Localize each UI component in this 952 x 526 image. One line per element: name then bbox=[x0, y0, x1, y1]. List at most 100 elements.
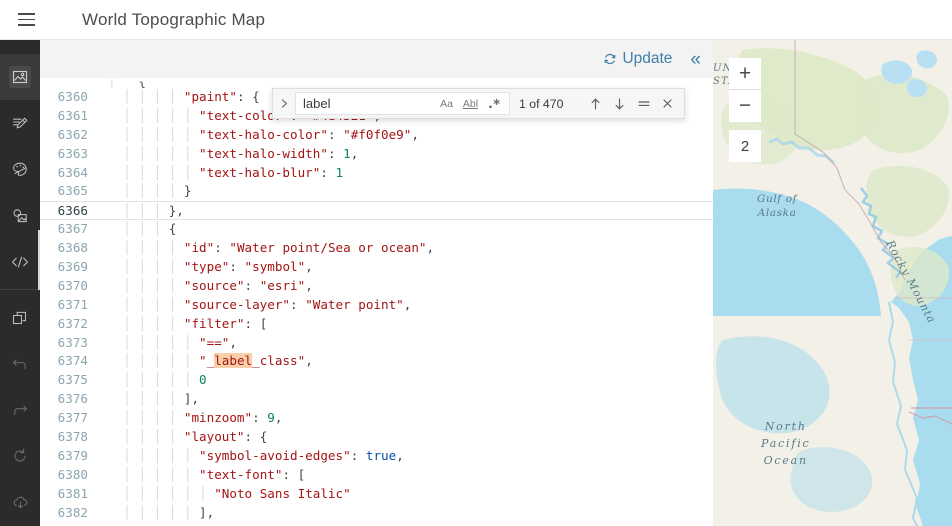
code-token: "#f0f0e9" bbox=[343, 126, 412, 142]
arrow-down-icon bbox=[615, 97, 624, 109]
code-token: "_ bbox=[199, 353, 215, 369]
indent-guide: │ bbox=[108, 353, 139, 369]
code-token: , bbox=[305, 277, 313, 293]
indent-guide: │ bbox=[153, 504, 169, 520]
code-token: "filter" bbox=[183, 315, 245, 331]
sidebar-item-redo[interactable] bbox=[0, 387, 40, 433]
code-line: 6367 │ │ │ { bbox=[40, 220, 713, 239]
code-line-text: │ │ │ { bbox=[102, 220, 713, 239]
close-find-button[interactable] bbox=[658, 94, 677, 113]
find-in-selection-button[interactable] bbox=[634, 94, 653, 113]
code-token: : bbox=[252, 410, 268, 426]
find-input-wrapper: Aa Abl bbox=[295, 92, 510, 115]
code-line-text: │ │ │ │ "type": "symbol", bbox=[102, 258, 713, 277]
find-next-button[interactable] bbox=[610, 94, 629, 113]
update-label: Update bbox=[622, 50, 673, 67]
sidebar-item-sprites[interactable] bbox=[0, 193, 40, 239]
code-token: "Water point" bbox=[305, 296, 404, 312]
code-line: 6370 │ │ │ │ "source": "esri", bbox=[40, 277, 713, 296]
indent-guide: │ bbox=[108, 315, 139, 331]
code-line: 6368 │ │ │ │ "id": "Water point/Sea or o… bbox=[40, 239, 713, 258]
line-number: 6379 bbox=[57, 447, 88, 463]
code-token: }, bbox=[168, 203, 184, 219]
indent-guide: │ bbox=[168, 126, 184, 142]
sidebar-item-save[interactable] bbox=[0, 480, 40, 526]
app-header: World Topographic Map bbox=[0, 0, 952, 40]
code-token: "type" bbox=[183, 259, 230, 275]
regex-icon bbox=[489, 98, 500, 108]
hamburger-menu-icon[interactable] bbox=[6, 0, 46, 40]
find-previous-button[interactable] bbox=[586, 94, 605, 113]
sidebar-item-basemap[interactable] bbox=[0, 54, 40, 101]
code-token: : bbox=[350, 447, 366, 463]
code-token: : bbox=[290, 296, 306, 312]
indent-guide: │ bbox=[138, 145, 154, 161]
map-zoom-controls: + − bbox=[729, 58, 761, 122]
line-number: 6367 bbox=[57, 221, 88, 237]
line-number: 6362 bbox=[57, 126, 88, 142]
code-line: 6369 │ │ │ │ "type": "symbol", bbox=[40, 258, 713, 277]
indent-guide: │ bbox=[108, 466, 139, 482]
whole-word-toggle[interactable]: Abl bbox=[461, 94, 480, 113]
indent-guide: │ bbox=[153, 240, 169, 256]
code-line-text: │ │ │ │ ], bbox=[102, 390, 713, 409]
code-line-text: │ │ │ │ "source": "esri", bbox=[102, 277, 713, 296]
code-token: : { bbox=[244, 429, 268, 445]
undo-icon bbox=[9, 353, 31, 375]
indent-guide: │ bbox=[153, 164, 169, 180]
code-token: , bbox=[426, 240, 435, 256]
update-button[interactable]: Update bbox=[599, 48, 676, 70]
indent-guide: │ bbox=[168, 183, 184, 199]
chevron-double-left-icon[interactable]: « bbox=[686, 50, 703, 69]
indent-guide: │ bbox=[108, 240, 139, 256]
sidebar-item-undo[interactable] bbox=[0, 341, 40, 387]
code-token: "text-halo-blur" bbox=[199, 164, 321, 180]
chevron-right-icon[interactable] bbox=[273, 89, 295, 118]
indent-guide: │ bbox=[108, 221, 139, 237]
indent-guide: │ bbox=[168, 164, 184, 180]
indent-guide: │ bbox=[108, 372, 139, 388]
find-options: Aa Abl bbox=[437, 94, 509, 113]
code-line-text: │ │ │ │ "filter": [ bbox=[102, 315, 713, 334]
code-line-text: │ │ │ │ } bbox=[102, 182, 713, 201]
indent-guide: │ bbox=[108, 504, 139, 520]
code-lines: 6360 │ │ │ │ "paint": {6361 │ │ │ │ │ "t… bbox=[40, 88, 713, 522]
code-line-text: │ │ │ │ │ 0 bbox=[102, 371, 713, 390]
sidebar-item-colors[interactable] bbox=[0, 147, 40, 193]
indent-guide: │ bbox=[168, 334, 184, 350]
map-preview[interactable]: UNI STA Gulf of Alaska Rocky Mounta Nort… bbox=[713, 40, 952, 526]
regex-toggle[interactable] bbox=[485, 94, 504, 113]
sidebar-item-edit-style[interactable] bbox=[0, 100, 40, 146]
indent-guide: │ bbox=[108, 259, 139, 275]
search-input[interactable] bbox=[296, 96, 426, 111]
code-token: "source-layer" bbox=[183, 296, 291, 312]
zoom-out-button[interactable]: − bbox=[729, 90, 761, 122]
sidebar-item-reset[interactable] bbox=[0, 433, 40, 479]
line-number: 6364 bbox=[57, 164, 88, 180]
map-zoom-level[interactable]: 2 bbox=[729, 130, 761, 162]
match-case-toggle[interactable]: Aa bbox=[437, 94, 456, 113]
line-number: 6368 bbox=[57, 240, 88, 256]
line-number: 6382 bbox=[57, 504, 88, 520]
indent-guide: │ bbox=[138, 485, 154, 501]
line-number: 6371 bbox=[57, 296, 88, 312]
indent-guide: │ bbox=[168, 485, 184, 501]
indent-guide: │ bbox=[168, 107, 184, 123]
indent-guide: │ bbox=[168, 315, 184, 331]
indent-guide: │ bbox=[108, 126, 139, 142]
zoom-in-button[interactable]: + bbox=[729, 58, 761, 90]
indent-guide: │ bbox=[183, 466, 200, 482]
indent-guide: │ bbox=[108, 429, 139, 445]
indent-guide: │ bbox=[183, 164, 200, 180]
code-line: 6380 │ │ │ │ │ "text-font": [ bbox=[40, 466, 713, 485]
indent-guide: │ bbox=[138, 259, 154, 275]
indent-guide: │ bbox=[168, 277, 184, 293]
code-line: 6375 │ │ │ │ │ 0 bbox=[40, 371, 713, 390]
indent-guide: │ bbox=[153, 466, 169, 482]
sidebar-item-duplicate[interactable] bbox=[0, 294, 40, 340]
code-content[interactable]: │ }, 6360 │ │ │ │ "paint": {6361 │ │ │ │… bbox=[40, 78, 713, 526]
code-token: "source" bbox=[183, 277, 245, 293]
redo-icon bbox=[9, 399, 31, 421]
indent-guide: │ bbox=[153, 429, 169, 445]
sidebar-item-json-editor[interactable] bbox=[0, 239, 40, 285]
